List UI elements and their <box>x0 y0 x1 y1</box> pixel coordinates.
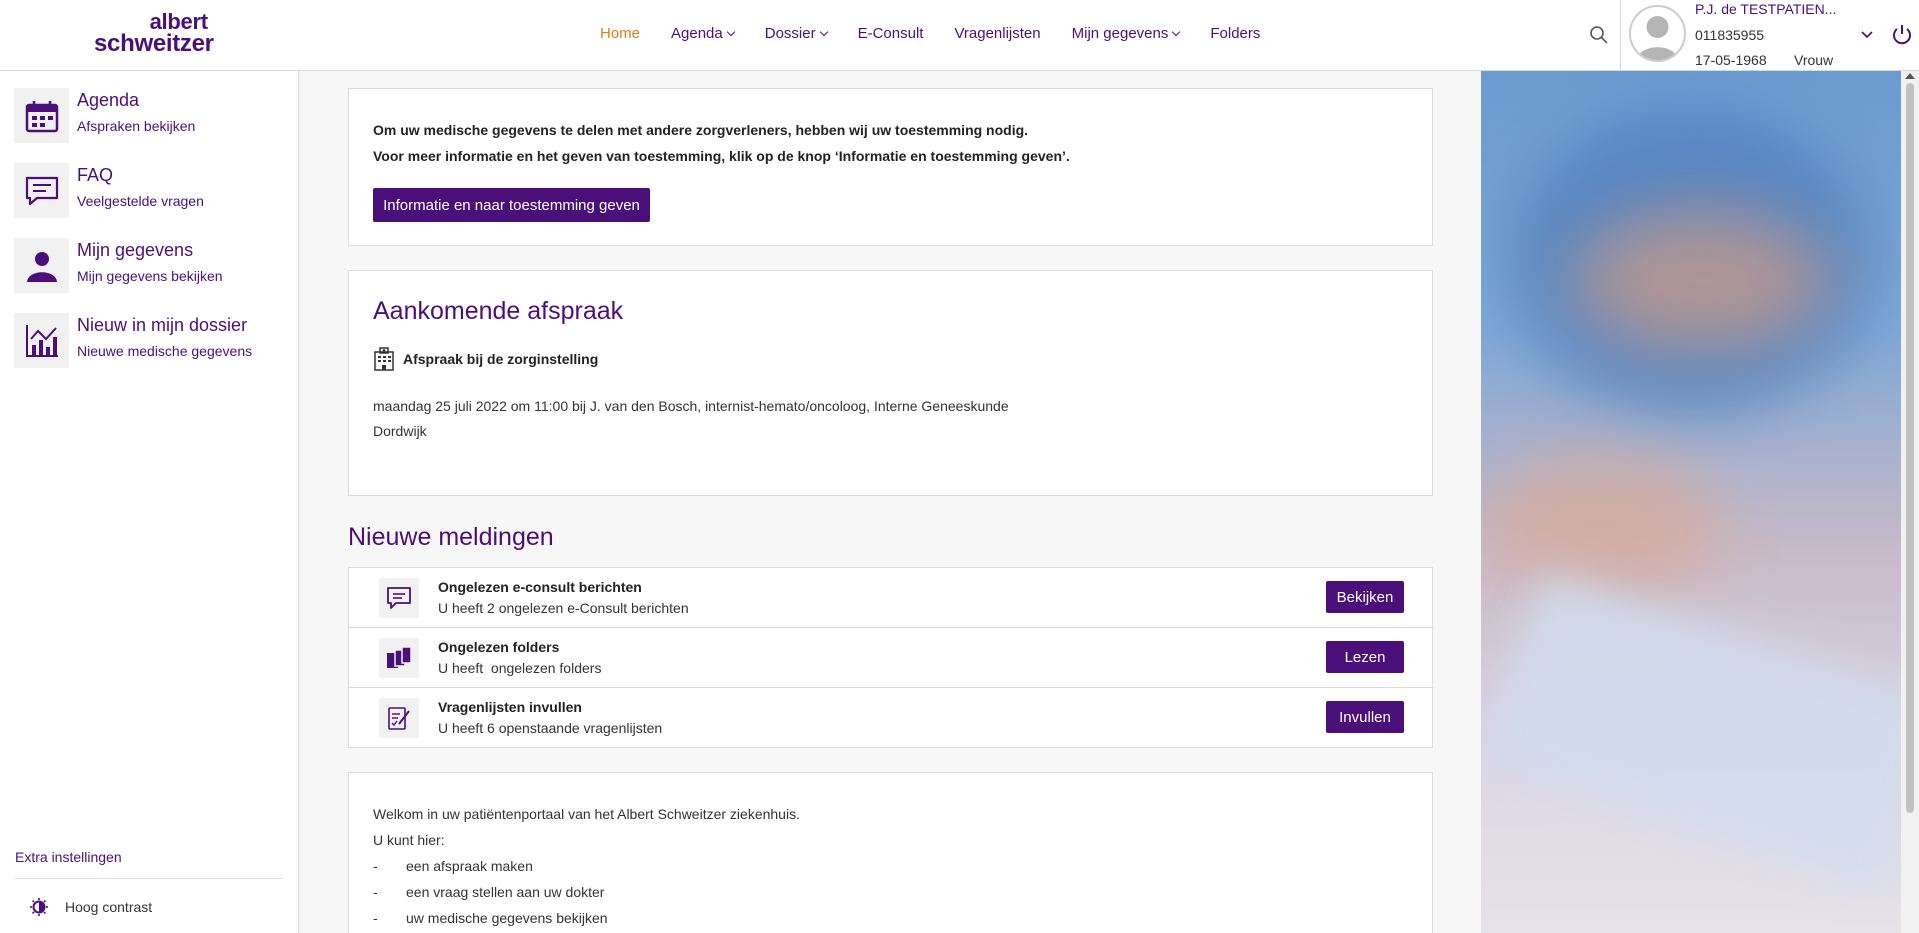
notification-title: Ongelezen e-consult berichten <box>438 579 642 595</box>
nav-e-consult-label: E-Consult <box>857 25 924 42</box>
notification-title: Vragenlijsten invullen <box>438 699 582 715</box>
notification-row-folders: Ongelezen folders U heeft ongelezen fold… <box>349 628 1434 688</box>
user-birthdate: 17-05-1968 <box>1695 52 1767 68</box>
welcome-line-2: U kunt hier: <box>373 832 445 848</box>
top-header: albert schweitzer Home Agenda Dossier E-… <box>0 0 1919 71</box>
sidebar-item-title: Mijn gegevens <box>77 240 194 260</box>
user-gender: Vrouw <box>1794 52 1834 68</box>
nav-agenda[interactable]: Agenda <box>671 25 735 42</box>
sidebar-item-subtitle: Afspraken bekijken <box>77 118 196 134</box>
notifications-title: Nieuwe meldingen <box>348 523 554 551</box>
notification-row-econsult: Ongelezen e-consult berichten U heeft 2 … <box>349 568 1434 628</box>
appointment-card: Aankomende afspraak Afspraak bij de zorg… <box>348 270 1433 496</box>
nav-folders-label: Folders <box>1210 25 1261 42</box>
sidebar-divider <box>15 878 283 879</box>
notification-subtitle: U heeft ongelezen folders <box>438 660 602 676</box>
list-dash: - <box>373 884 378 900</box>
albert-schweitzer-logo[interactable]: albert schweitzer <box>94 11 214 57</box>
nav-e-consult[interactable]: E-Consult <box>858 25 924 42</box>
list-item-text: een vraag stellen aan uw dokter <box>406 884 605 900</box>
page-scrollbar[interactable] <box>1901 71 1919 933</box>
notification-row-questionnaires: Vragenlijsten invullen U heeft 6 opensta… <box>349 688 1434 748</box>
sidebar-item-subtitle: Veelgestelde vragen <box>77 193 204 209</box>
chevron-down-icon <box>726 27 735 37</box>
nav-dossier-label: Dossier <box>764 25 816 42</box>
nav-vragenlijsten[interactable]: Vragenlijsten <box>954 25 1040 42</box>
read-folders-button[interactable]: Lezen <box>1326 641 1404 673</box>
user-name: P.J. de TESTPATIEN... <box>1695 1 1837 17</box>
sidebar-item-mijn-gegevens[interactable]: Mijn gegevens Mijn gegevens bekijken <box>14 238 284 294</box>
sidebar-item-faq[interactable]: FAQ Veelgestelde vragen <box>14 163 284 219</box>
list-dash: - <box>373 910 378 926</box>
sidebar-item-title: FAQ <box>77 165 114 185</box>
appointment-type: Afspraak bij de zorginstelling <box>373 347 598 371</box>
nav-dossier[interactable]: Dossier <box>764 25 828 42</box>
sidebar-item-title: Agenda <box>77 90 140 110</box>
consent-card: Om uw medische gegevens te delen met and… <box>348 88 1433 246</box>
scroll-up-arrow-icon[interactable] <box>1905 73 1915 79</box>
welcome-list: - een afspraak maken - een vraag stellen a… <box>373 853 800 931</box>
scroll-thumb[interactable] <box>1906 83 1914 813</box>
appointment-details: maandag 25 juli 2022 om 11:00 bij J. van… <box>373 398 1009 414</box>
user-patient-id: 011835955 <box>1695 27 1765 43</box>
hospital-building-icon <box>374 347 394 371</box>
consent-text: Om uw medische gegevens te delen met and… <box>373 117 1070 169</box>
person-icon <box>14 238 69 293</box>
user-menu[interactable]: P.J. de TESTPATIEN... 011835955 17-05-19… <box>1620 0 1888 71</box>
welcome-text: Welkom in uw patiëntenportaal van het Al… <box>373 801 800 931</box>
appointment-title: Aankomende afspraak <box>373 297 624 325</box>
list-item: - een afspraak maken <box>373 853 800 879</box>
list-item-text: uw medische gegevens bekijken <box>406 910 608 926</box>
message-icon <box>379 578 419 618</box>
consent-info-button[interactable]: Informatie en naar toestemming geven <box>373 188 650 222</box>
sidebar-item-title: Nieuw in mijn dossier <box>77 315 248 335</box>
search-icon[interactable] <box>1589 25 1609 45</box>
logo-line-2: schweitzer <box>94 30 214 57</box>
nav-mijn-gegevens-label: Mijn gegevens <box>1071 25 1169 42</box>
nav-folders[interactable]: Folders <box>1210 25 1260 42</box>
appointment-type-label: Afspraak bij de zorginstelling <box>403 351 599 367</box>
nav-mijn-gegevens[interactable]: Mijn gegevens <box>1071 25 1181 42</box>
notification-subtitle: U heeft 6 openstaande vragenlijsten <box>438 720 663 736</box>
high-contrast-label: Hoog contrast <box>65 899 153 915</box>
consent-line-2: Voor meer informatie en het geven van to… <box>373 148 1070 164</box>
list-item-text: een afspraak maken <box>406 858 533 874</box>
notification-subtitle: U heeft 2 ongelezen e-Consult berichten <box>438 600 689 616</box>
chevron-down-icon[interactable] <box>1861 26 1873 44</box>
nav-vragenlijsten-label: Vragenlijsten <box>954 25 1041 42</box>
chevron-down-icon <box>1172 27 1181 37</box>
notification-title: Ongelezen folders <box>438 639 560 655</box>
view-econsult-button[interactable]: Bekijken <box>1326 581 1404 613</box>
sidebar-item-subtitle: Nieuwe medische gegevens <box>77 343 253 359</box>
background-photo <box>1481 71 1901 933</box>
high-contrast-toggle[interactable]: Hoog contrast <box>30 898 152 916</box>
contrast-icon <box>30 898 48 916</box>
chart-icon <box>14 313 69 368</box>
nav-home-label: Home <box>600 25 641 42</box>
list-item: - een vraag stellen aan uw dokter <box>373 879 800 905</box>
chevron-down-icon <box>819 27 828 37</box>
nav-agenda-label: Agenda <box>671 25 723 42</box>
consent-line-1: Om uw medische gegevens te delen met and… <box>373 122 1029 138</box>
chat-icon <box>14 163 69 218</box>
sidebar: Agenda Afspraken bekijken FAQ Veelgestel… <box>0 71 299 933</box>
nav-home[interactable]: Home <box>600 25 640 42</box>
questionnaire-icon <box>379 698 419 738</box>
main-nav: Home Agenda Dossier E-Consult Vragenlijs… <box>600 25 1260 42</box>
list-dash: - <box>373 858 378 874</box>
notifications-card: Ongelezen e-consult berichten U heeft 2 … <box>348 567 1434 748</box>
logout-power-icon[interactable] <box>1891 24 1913 46</box>
calendar-icon <box>14 88 69 143</box>
sidebar-item-agenda[interactable]: Agenda Afspraken bekijken <box>14 88 284 144</box>
extra-settings-link[interactable]: Extra instellingen <box>15 849 122 865</box>
folders-icon <box>379 638 419 678</box>
list-item: - uw medische gegevens bekijken <box>373 905 800 931</box>
welcome-line-1: Welkom in uw patiëntenportaal van het Al… <box>373 806 800 822</box>
fill-questionnaires-button[interactable]: Invullen <box>1326 701 1404 733</box>
sidebar-item-nieuw-in-dossier[interactable]: Nieuw in mijn dossier Nieuwe medische ge… <box>14 313 284 369</box>
appointment-location: Dordwijk <box>373 423 427 439</box>
welcome-card: Welkom in uw patiëntenportaal van het Al… <box>348 772 1433 933</box>
avatar <box>1629 5 1686 62</box>
sidebar-item-subtitle: Mijn gegevens bekijken <box>77 268 223 284</box>
